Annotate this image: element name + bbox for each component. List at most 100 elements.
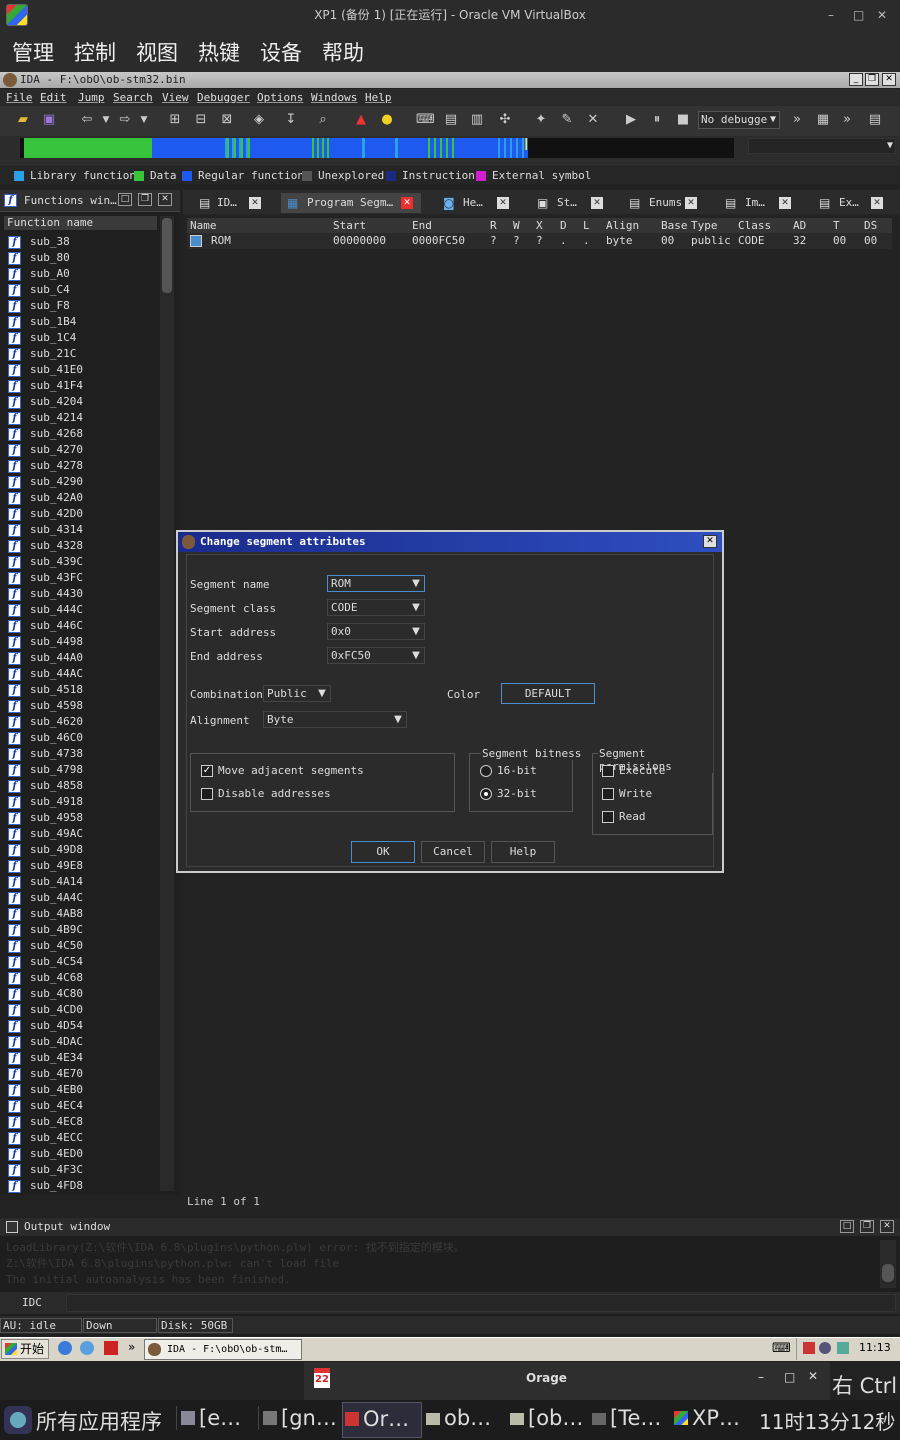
host-task-3[interactable]: Or… xyxy=(342,1402,422,1438)
host-task-2[interactable]: [gn… xyxy=(258,1406,340,1430)
list-item[interactable]: f sub_4328 xyxy=(6,538,156,554)
col-start[interactable]: Start xyxy=(333,219,366,232)
col-end[interactable]: End xyxy=(412,219,432,232)
idc-input[interactable] xyxy=(66,1294,896,1312)
list-item[interactable]: f sub_41F4 xyxy=(6,378,156,394)
bitness-16-radio[interactable] xyxy=(480,765,492,777)
chevron-down-icon[interactable]: ▼ xyxy=(408,648,424,663)
idc-button[interactable]: IDC xyxy=(22,1296,42,1309)
list-item[interactable]: f sub_4A4C xyxy=(6,890,156,906)
apps-menu-button[interactable]: 所有应用程序 xyxy=(36,1406,162,1436)
col-l[interactable]: L xyxy=(583,219,590,232)
vbox-menu-devices[interactable]: 设备 xyxy=(260,37,302,67)
alignment-combo[interactable]: Byte ▼ xyxy=(263,711,407,728)
list-item[interactable]: f sub_46C0 xyxy=(6,730,156,746)
orage-minimize-icon[interactable]: – xyxy=(758,1370,764,1384)
list-item[interactable]: f sub_4EC8 xyxy=(6,1114,156,1130)
list-item[interactable]: f sub_A0 xyxy=(6,266,156,282)
dialog-close-icon[interactable]: ✕ xyxy=(703,535,717,548)
vbox-menu-control[interactable]: 控制 xyxy=(74,37,116,67)
chevron-down-icon[interactable]: ▼ xyxy=(390,712,406,727)
list-item[interactable]: f sub_4958 xyxy=(6,810,156,826)
ida-menu-file[interactable]: File xyxy=(6,91,33,104)
col-r[interactable]: R xyxy=(490,219,497,232)
col-type[interactable]: Type xyxy=(691,219,718,232)
tray-icon-3[interactable] xyxy=(837,1342,849,1354)
edit-icon[interactable]: ✎ xyxy=(558,111,576,129)
col-t[interactable]: T xyxy=(833,219,840,232)
tray-icon-2[interactable] xyxy=(819,1342,831,1354)
functions-scrollbar[interactable] xyxy=(160,216,174,1191)
code-icon[interactable]: ⌨ xyxy=(416,111,435,129)
chevron-down-icon[interactable]: ▼ xyxy=(314,686,330,701)
list-item[interactable]: f sub_4270 xyxy=(6,442,156,458)
list-item[interactable]: f sub_4DAC xyxy=(6,1034,156,1050)
functions-restore-icon[interactable]: ❐ xyxy=(138,193,152,206)
explorer-icon[interactable] xyxy=(80,1341,94,1355)
struct-icon[interactable]: ✣ xyxy=(496,111,514,129)
segment-class-combo[interactable]: CODE ▼ xyxy=(327,599,425,616)
breakpoint-icon[interactable]: ✦ xyxy=(532,111,550,129)
list-item[interactable]: f sub_1B4 xyxy=(6,314,156,330)
list-item[interactable]: f sub_4E34 xyxy=(6,1050,156,1066)
tab-close-icon[interactable]: ✕ xyxy=(685,197,697,209)
binary-icon[interactable]: ⊞ xyxy=(166,111,184,129)
tab-close-icon[interactable]: ✕ xyxy=(249,197,261,209)
col-d[interactable]: D xyxy=(560,219,567,232)
list-item[interactable]: f sub_4620 xyxy=(6,714,156,730)
combination-combo[interactable]: Public ▼ xyxy=(263,685,331,702)
start-button[interactable]: 开始 xyxy=(1,1339,49,1359)
list-item[interactable]: f sub_4214 xyxy=(6,410,156,426)
list-item[interactable]: f sub_4430 xyxy=(6,586,156,602)
host-task-7[interactable]: XP… xyxy=(672,1406,752,1430)
list-item[interactable]: f sub_4918 xyxy=(6,794,156,810)
bulb-icon[interactable]: ● xyxy=(378,111,396,129)
col-align[interactable]: Align xyxy=(606,219,639,232)
acrobat-icon[interactable] xyxy=(104,1341,118,1355)
scrollbar-thumb[interactable] xyxy=(162,218,172,293)
vbox-menu-hotkeys[interactable]: 热键 xyxy=(198,37,240,67)
warning-icon[interactable]: ▲ xyxy=(352,111,370,129)
output-float-icon[interactable]: □ xyxy=(840,1220,854,1233)
save-icon[interactable]: ▣ xyxy=(40,111,58,129)
ascii-icon[interactable]: ▥ xyxy=(468,111,486,129)
ida-menu-jump[interactable]: Jump xyxy=(78,91,105,104)
list-item[interactable]: f sub_4C54 xyxy=(6,954,156,970)
vbox-menu-manage[interactable]: 管理 xyxy=(12,37,54,67)
output-scrollbar[interactable] xyxy=(880,1240,896,1288)
list-item[interactable]: f sub_41E0 xyxy=(6,362,156,378)
list-item[interactable]: f sub_4EB0 xyxy=(6,1082,156,1098)
debugger-select[interactable]: No debugge ▼ xyxy=(698,111,780,129)
close-icon[interactable]: ✕ xyxy=(877,0,887,30)
list-item[interactable]: f sub_42D0 xyxy=(6,506,156,522)
tray-icon-1[interactable] xyxy=(803,1342,815,1354)
chevron-down-icon[interactable]: ▼ xyxy=(408,624,424,639)
ida-minimize-icon[interactable]: _ xyxy=(849,73,863,86)
back-dropdown-icon[interactable]: ▼ xyxy=(97,111,115,129)
functions-close-icon[interactable]: ✕ xyxy=(158,193,172,206)
tab-close-icon[interactable]: ✕ xyxy=(871,197,883,209)
start-address-combo[interactable]: 0x0 ▼ xyxy=(327,623,425,640)
function-name-column-header[interactable]: Function name xyxy=(4,216,157,230)
bitness-16-label[interactable]: 16-bit xyxy=(497,764,537,777)
output-close-icon[interactable]: ✕ xyxy=(880,1220,894,1233)
minimize-icon[interactable]: – xyxy=(828,0,834,30)
list-item[interactable]: f sub_49D8 xyxy=(6,842,156,858)
quicklaunch-more-icon[interactable]: » xyxy=(128,1340,135,1354)
list-item[interactable]: f sub_4C50 xyxy=(6,938,156,954)
vbox-menu-help[interactable]: 帮助 xyxy=(322,37,364,67)
scrollbar-thumb[interactable] xyxy=(882,1264,894,1282)
tab-ida-view[interactable]: ▤ ID… ✕ xyxy=(193,193,273,213)
tab-close-icon[interactable]: ✕ xyxy=(591,197,603,209)
orage-maximize-icon[interactable]: □ xyxy=(784,1370,795,1384)
write-checkbox[interactable] xyxy=(602,788,614,800)
list-item[interactable]: f sub_4E70 xyxy=(6,1066,156,1082)
list-item[interactable]: f sub_21C xyxy=(6,346,156,362)
keyboard-icon[interactable]: ⌨ xyxy=(772,1341,791,1356)
col-ds[interactable]: DS xyxy=(864,219,877,232)
tab-enums[interactable]: ▤ Enums ✕ xyxy=(625,193,705,213)
search-icon[interactable]: ⌕ xyxy=(314,111,332,129)
col-class[interactable]: Class xyxy=(738,219,771,232)
move-adjacent-checkbox[interactable]: ✓ xyxy=(201,765,213,777)
ie-icon[interactable] xyxy=(58,1341,72,1355)
